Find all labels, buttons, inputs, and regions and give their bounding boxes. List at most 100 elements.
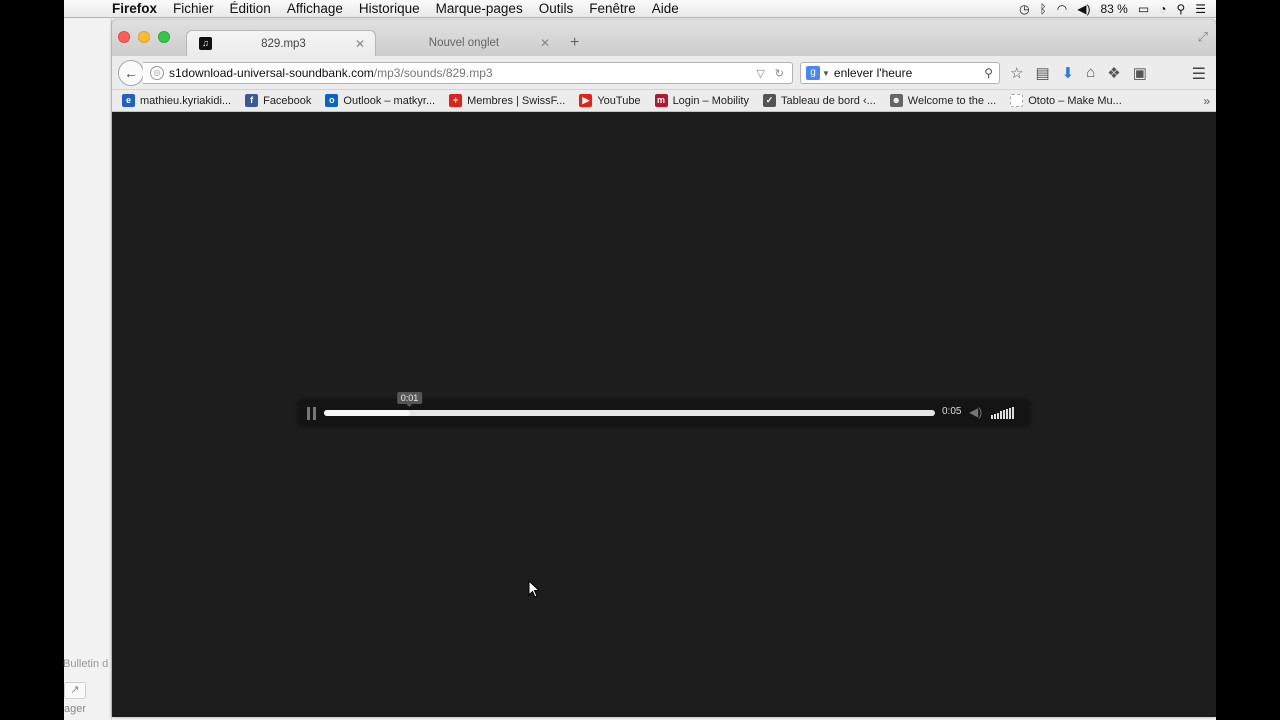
bookmark-item[interactable]: e mathieu.kyriakidi... — [122, 94, 231, 107]
bookmark-item[interactable]: ▶ YouTube — [579, 94, 641, 107]
time-machine-icon[interactable]: ◷ — [1019, 0, 1029, 18]
bookmark-item[interactable]: o Outlook – matkyr... — [325, 94, 435, 107]
background-app-share-label: ager — [64, 703, 87, 715]
menu-historique[interactable]: Historique — [351, 0, 428, 18]
menu-outils[interactable]: Outils — [531, 0, 582, 18]
clock-icon[interactable]: ◔ — [1159, 0, 1166, 18]
close-tab-icon[interactable]: ✕ — [355, 37, 365, 51]
menu-marque-pages[interactable]: Marque-pages — [428, 0, 531, 18]
volume-bar — [991, 415, 993, 419]
url-bar[interactable]: ◎ s1download-universal-soundbank.com /mp… — [143, 62, 793, 84]
menu-edition[interactable]: Édition — [222, 0, 279, 18]
bookmark-label: mathieu.kyriakidi... — [140, 94, 232, 107]
bookmark-label: Membres | SwissF... — [467, 94, 566, 107]
bookmark-item[interactable]: + Membres | SwissF... — [449, 94, 565, 107]
menu-fichier[interactable]: Fichier — [165, 0, 222, 18]
bookmark-label: Login – Mobility — [672, 94, 749, 107]
bookmark-label: YouTube — [597, 94, 641, 107]
bookmark-label: Ototo – Make Mu... — [1028, 94, 1122, 107]
bookmarks-toolbar: e mathieu.kyriakidi... f Facebook o Outl… — [112, 90, 1216, 112]
chevron-right-icon[interactable]: » — [1203, 94, 1210, 108]
bookmark-item[interactable]: ✓ Tableau de bord ‹... — [763, 94, 876, 107]
back-button[interactable]: ← — [118, 60, 144, 86]
bookmark-item[interactable]: f Facebook — [245, 94, 311, 107]
google-icon[interactable]: g — [806, 66, 820, 80]
history-dropdown-icon[interactable]: ▽ — [756, 67, 764, 80]
menu-affichage[interactable]: Affichage — [279, 0, 351, 18]
blank-page-icon — [1010, 94, 1024, 107]
music-file-icon: ♫ — [199, 37, 212, 50]
speaker-icon[interactable]: ◀) — [969, 405, 982, 419]
menubar-status-area: ◷ ᛒ ◠ ◀) 83 % ▭ ◔ ⚲ ☰ — [1019, 0, 1216, 18]
swiss-cross-icon: + — [449, 94, 463, 107]
volume-bar — [997, 412, 999, 419]
share-icon[interactable]: ↗ — [64, 682, 86, 699]
chevron-down-icon[interactable]: ▼ — [822, 69, 830, 78]
window-minimize-button[interactable] — [138, 31, 150, 43]
volume-bar — [1009, 407, 1011, 419]
wifi-icon[interactable]: ◠ — [1057, 0, 1067, 18]
volume-bar — [1000, 411, 1002, 419]
fullscreen-icon[interactable]: ⤢ — [1198, 29, 1208, 45]
volume-bar — [1006, 409, 1008, 419]
facebook-icon: f — [245, 94, 259, 107]
downloads-icon[interactable]: ⬇ — [1062, 64, 1075, 82]
bookmarks-menu-icon[interactable]: ▤ — [1035, 64, 1049, 82]
url-host: s1download-universal-soundbank.com — [169, 66, 374, 80]
volume-bar — [994, 413, 996, 419]
duration-label: 0:05 — [942, 406, 962, 417]
home-icon[interactable]: ⌂ — [1086, 64, 1095, 82]
bookmark-item[interactable]: ☻ Welcome to the ... — [889, 94, 996, 107]
hover-time-tooltip: 0:01 — [396, 392, 423, 407]
search-input[interactable]: enlever l'heure — [834, 66, 984, 80]
hamburger-menu-icon[interactable]: ☰ — [1192, 64, 1206, 84]
seek-bar[interactable]: 0:01 — [324, 392, 935, 416]
battery-percent[interactable]: 83 % — [1100, 0, 1127, 18]
close-tab-icon[interactable]: ✕ — [540, 36, 550, 50]
bookmark-label: Outlook – matkyr... — [343, 94, 436, 107]
addon-icon[interactable]: ❖ — [1107, 64, 1120, 82]
menu-firefox[interactable]: Firefox — [104, 0, 165, 18]
navigation-toolbar: ← ◎ s1download-universal-soundbank.com /… — [112, 56, 1216, 90]
globe-icon[interactable]: ◎ — [150, 66, 164, 80]
video-letterbox-right — [1216, 0, 1280, 720]
window-close-button[interactable] — [118, 31, 130, 43]
bookmark-item[interactable]: m Login – Mobility — [654, 94, 749, 107]
spotlight-icon[interactable]: ⚲ — [1176, 0, 1185, 18]
volume-icon[interactable]: ◀) — [1077, 0, 1090, 18]
background-app-bulletin-text: Bulletin d — [63, 658, 109, 670]
dashboard-icon: ✓ — [763, 94, 776, 107]
bookmark-label: Tableau de bord ‹... — [781, 94, 876, 107]
welcome-icon: ☻ — [889, 94, 903, 107]
tab-829-mp3[interactable]: ♫ 829.mp3 ✕ — [186, 30, 376, 56]
menu-fenetre[interactable]: Fenêtre — [581, 0, 644, 18]
background-app-window: Bulletin d ↗ ager — [63, 18, 112, 720]
volume-slider[interactable] — [991, 406, 1014, 419]
bluetooth-icon[interactable]: ᛒ — [1040, 0, 1047, 18]
ie-icon: e — [122, 94, 135, 107]
volume-bar — [1012, 406, 1014, 419]
bookmark-label: Facebook — [263, 94, 312, 107]
bookmark-star-icon[interactable]: ☆ — [1010, 64, 1023, 82]
outlook-icon: o — [325, 94, 339, 107]
url-path: /mp3/sounds/829.mp3 — [373, 66, 493, 80]
notification-center-icon[interactable]: ☰ — [1195, 0, 1206, 18]
video-letterbox-left — [0, 0, 64, 720]
battery-icon[interactable]: ▭ — [1138, 0, 1149, 18]
mobility-icon: m — [654, 94, 668, 107]
tab-title: 829.mp3 — [261, 37, 306, 50]
search-icon[interactable]: ⚲ — [984, 66, 999, 80]
firefox-window: ♫ 829.mp3 ✕ Nouvel onglet ✕ + ⤢ ← ◎ s1do… — [112, 20, 1216, 717]
tab-strip: ♫ 829.mp3 ✕ Nouvel onglet ✕ + ⤢ — [112, 20, 1216, 56]
reload-icon[interactable]: ↻ — [775, 67, 784, 80]
menu-aide[interactable]: Aide — [644, 0, 687, 18]
tab-title: Nouvel onglet — [428, 37, 500, 49]
page-content: 0:01 0:05 ◀) — [112, 112, 1216, 717]
window-zoom-button[interactable] — [158, 31, 170, 43]
pause-button[interactable] — [307, 407, 317, 420]
search-bar[interactable]: g ▼ enlever l'heure ⚲ — [800, 62, 1000, 84]
screenshot-icon[interactable]: ▣ — [1133, 64, 1147, 82]
bookmark-item[interactable]: Ototo – Make Mu... — [1010, 94, 1122, 107]
new-tab-button[interactable]: + — [570, 34, 579, 52]
tab-nouvel-onglet[interactable]: Nouvel onglet ✕ — [378, 30, 560, 56]
